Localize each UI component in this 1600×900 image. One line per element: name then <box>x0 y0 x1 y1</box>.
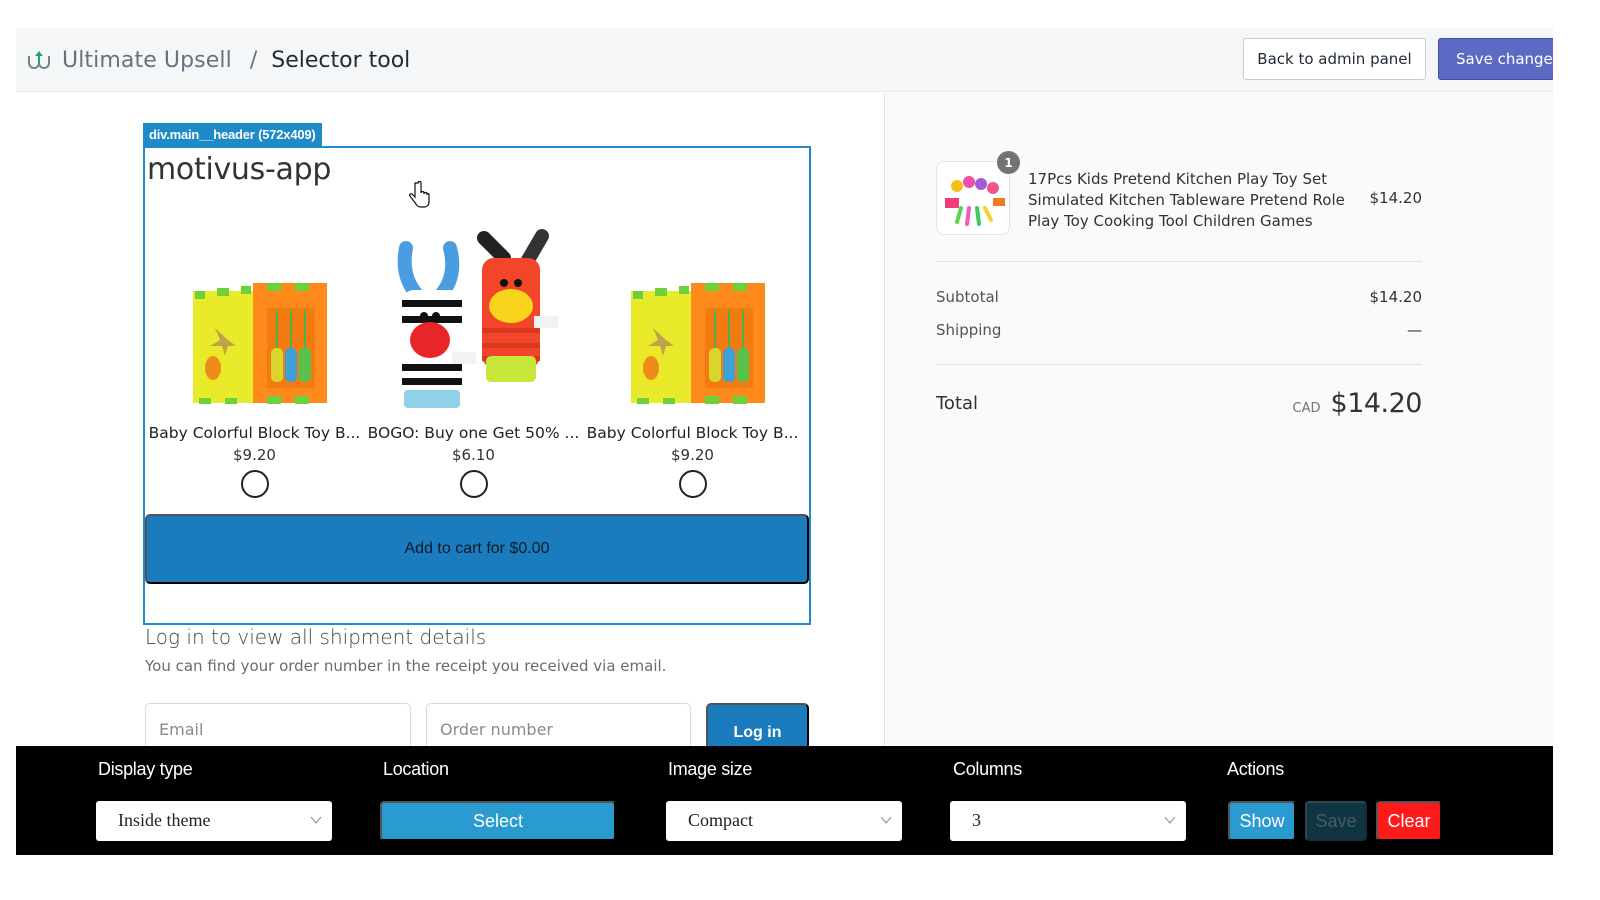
block-toy-image <box>192 283 327 404</box>
display-type-value: Inside theme <box>118 810 211 830</box>
ultimate-upsell-logo-icon <box>28 51 50 69</box>
chevron-down-icon <box>310 816 322 824</box>
chevron-down-icon <box>880 816 892 824</box>
upsell-product-list: Baby Colorful Block Toy B... $9.20 BOGO:… <box>145 228 809 498</box>
product-select-radio[interactable] <box>240 470 269 498</box>
shipping-label: Shipping <box>936 321 1002 339</box>
product-select-radio[interactable] <box>459 470 488 498</box>
shipping-row: Shipping — <box>936 321 1422 339</box>
total-label: Total <box>936 393 979 414</box>
product-price: $9.20 <box>233 446 276 464</box>
chevron-down-icon <box>1164 816 1176 824</box>
subtotal-label: Subtotal <box>936 288 999 306</box>
columns-value: 3 <box>972 810 981 830</box>
selector-element-tag: div.main__header (572x409) <box>143 123 322 146</box>
divider <box>936 261 1422 262</box>
product-price: $9.20 <box>671 446 714 464</box>
total-value: $14.20 <box>1330 388 1423 419</box>
hand-cursor-icon <box>409 181 430 208</box>
block-toy-image <box>630 283 765 404</box>
line-item: 1 17Pcs Kids Pretend Kitchen Play Toy Se… <box>936 150 1423 237</box>
order-summary: 1 17Pcs Kids Pretend Kitchen Play Toy Se… <box>886 93 1553 755</box>
login-section-subtitle: You can find your order number in the re… <box>145 657 667 675</box>
image-size-label: Image size <box>668 759 753 779</box>
shipping-value: — <box>1407 321 1422 339</box>
actions-label: Actions <box>1227 759 1284 779</box>
login-section-title: Log in to view all shipment details <box>145 625 487 649</box>
line-item-thumbnail <box>936 161 1010 235</box>
product-name: BOGO: Buy one Get 50% ... <box>367 424 580 442</box>
clear-button[interactable]: Clear <box>1376 801 1442 841</box>
show-button[interactable]: Show <box>1228 801 1296 841</box>
columns-select[interactable]: 3 <box>950 801 1186 841</box>
total-row: Total CAD $14.20 <box>936 388 1423 419</box>
save-button[interactable]: Save <box>1305 801 1367 841</box>
wrist-rattle-image <box>397 229 558 408</box>
product-name: Baby Colorful Block Toy B... <box>148 424 361 442</box>
product-price: $6.10 <box>452 446 495 464</box>
subtotal-value: $14.20 <box>1369 288 1423 306</box>
app-frame: Ultimate Upsell / Selector tool Back to … <box>16 28 1553 855</box>
display-type-select[interactable]: Inside theme <box>96 801 332 841</box>
line-item-price: $14.20 <box>1369 189 1423 207</box>
display-type-label: Display type <box>98 759 193 779</box>
kitchen-toy-set-image <box>945 176 1005 226</box>
selector-toolbar: Display type Inside theme Location Selec… <box>16 746 1553 855</box>
back-to-admin-button[interactable]: Back to admin panel <box>1243 38 1426 80</box>
save-changes-button[interactable]: Save changes <box>1438 38 1553 80</box>
product-select-radio[interactable] <box>678 470 707 498</box>
breadcrumb-app-link[interactable]: Ultimate Upsell <box>62 48 232 73</box>
store-preview-pane: div.main__header (572x409) motivus-app B… <box>16 93 885 759</box>
image-size-select[interactable]: Compact <box>666 801 902 841</box>
columns-label: Columns <box>953 759 1022 779</box>
page-title: Selector tool <box>271 47 411 73</box>
currency-code: CAD <box>1292 401 1321 416</box>
quantity-badge: 1 <box>996 150 1021 175</box>
selector-highlight-box[interactable]: motivus-app Baby Colorful Block Toy B...… <box>143 146 811 625</box>
divider <box>936 364 1422 365</box>
add-to-cart-button[interactable]: Add to cart for $0.00 <box>145 514 809 584</box>
product-name: Baby Colorful Block Toy B... <box>586 424 799 442</box>
subtotal-row: Subtotal $14.20 <box>936 288 1422 306</box>
line-item-title: 17Pcs Kids Pretend Kitchen Play Toy Set … <box>1028 170 1345 230</box>
top-bar: Ultimate Upsell / Selector tool Back to … <box>16 28 1553 92</box>
select-location-button[interactable]: Select <box>380 801 616 841</box>
upsell-product-card[interactable]: Baby Colorful Block Toy B... $9.20 <box>583 228 802 498</box>
breadcrumb-separator: / <box>249 47 258 73</box>
location-label: Location <box>383 759 449 779</box>
upsell-product-card[interactable]: Baby Colorful Block Toy B... $9.20 <box>145 228 364 498</box>
image-size-value: Compact <box>688 810 753 830</box>
upsell-product-card[interactable]: BOGO: Buy one Get 50% ... $6.10 <box>364 228 583 498</box>
store-title: motivus-app <box>147 152 332 187</box>
breadcrumb: Ultimate Upsell / Selector tool <box>26 45 410 75</box>
